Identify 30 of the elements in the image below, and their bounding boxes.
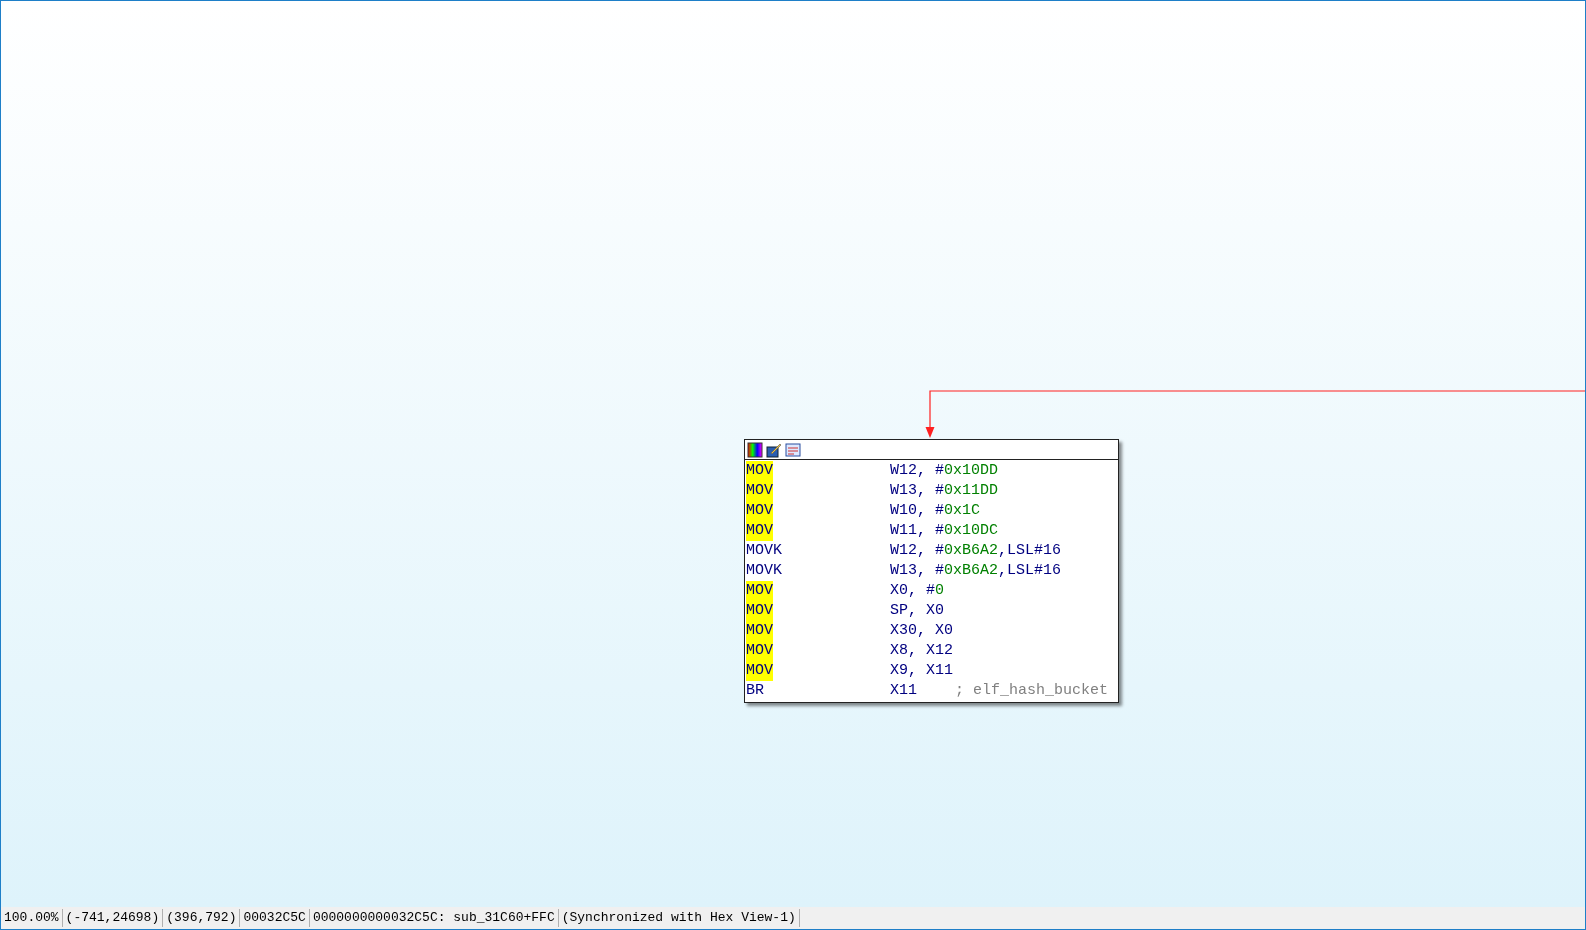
mnemonic: MOV: [746, 601, 773, 621]
mnemonic: MOV: [746, 501, 773, 521]
status-field: 100.00%: [1, 909, 63, 927]
operand: X8, X12: [890, 641, 953, 661]
status-field: (396,792): [163, 909, 241, 927]
mnemonic: MOV: [746, 661, 773, 681]
comment: ; elf_hash_bucket: [955, 681, 1109, 701]
status-field: 00032C5C: [240, 909, 310, 927]
operand: X9, X11: [890, 661, 953, 681]
operand: W12, #0xB6A2,LSL#16: [890, 541, 1062, 561]
mnemonic: MOV: [746, 481, 773, 501]
status-field: 0000000000032C5C: sub_31C60+FFC: [309, 909, 559, 927]
mnemonic: MOV: [746, 581, 773, 601]
operand: W13, #0xB6A2,LSL#16: [890, 561, 1062, 581]
status-field: (-741,24698): [62, 909, 164, 927]
pencil-icon[interactable]: [766, 441, 782, 458]
mnemonic: MOV: [746, 461, 773, 481]
operand: X30, X0: [890, 621, 953, 641]
status-field: (Synchronized with Hex View-1): [558, 909, 800, 927]
operand: W12, #0x10DD: [890, 461, 999, 481]
operand: W13, #0x11DD: [890, 481, 999, 501]
operand: SP, X0: [890, 601, 944, 621]
mnemonic: MOV: [746, 521, 773, 541]
mnemonic: MOV: [746, 621, 773, 641]
operand: W11, #0x10DC: [890, 521, 999, 541]
operand: W10, #0x1C: [890, 501, 981, 521]
operand: X11: [890, 681, 917, 701]
mnemonic: MOV: [746, 641, 773, 661]
operand: X0, #0: [890, 581, 945, 601]
color-palette-icon[interactable]: [747, 441, 763, 458]
